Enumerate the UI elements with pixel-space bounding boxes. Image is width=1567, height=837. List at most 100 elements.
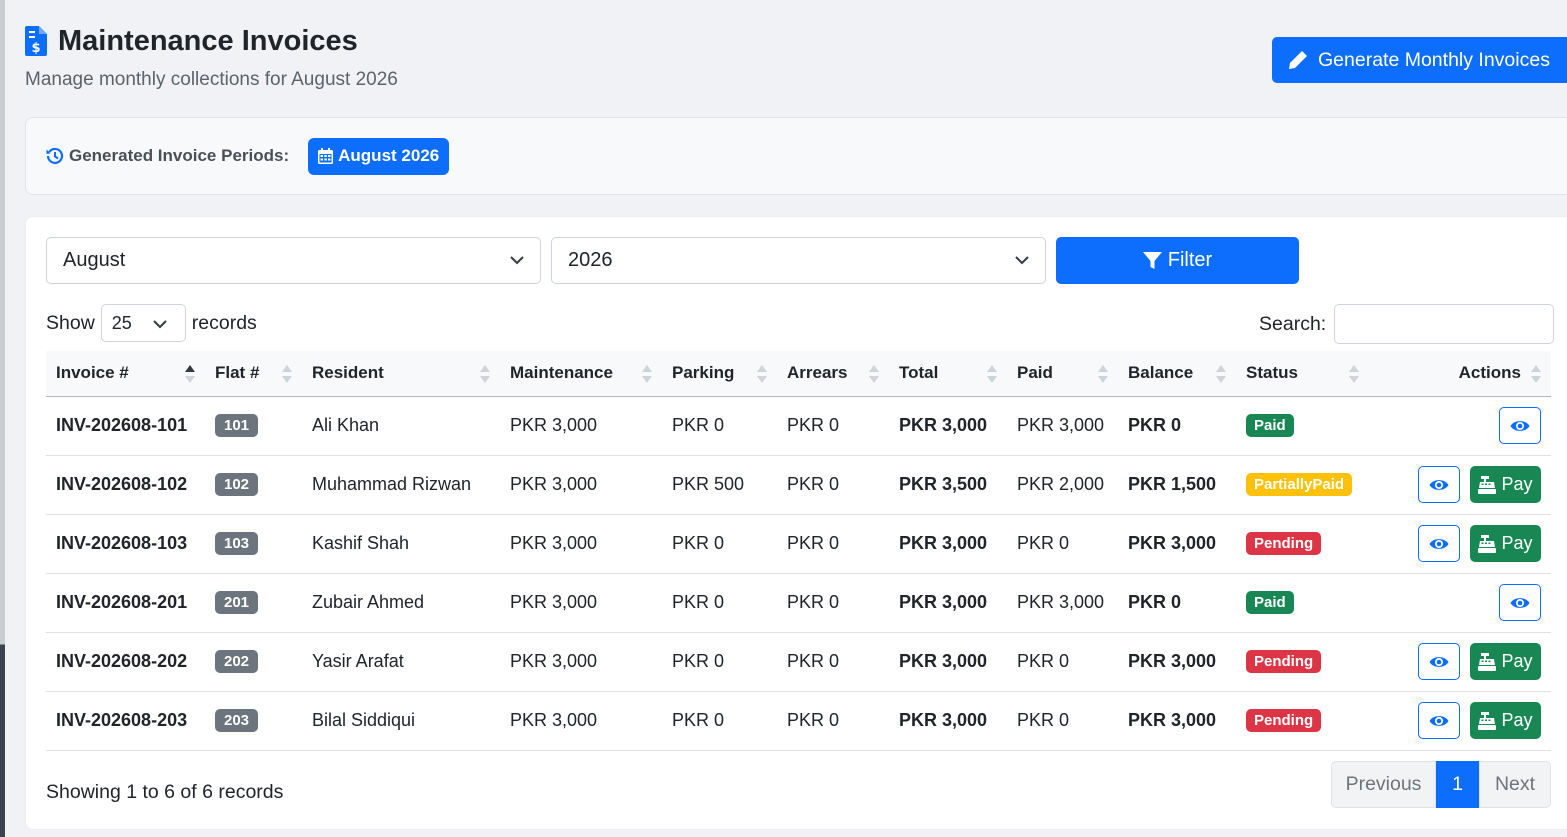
pagination: Previous 1 Next xyxy=(1331,761,1551,808)
cash-register-icon xyxy=(1478,652,1497,671)
previous-page-button[interactable]: Previous xyxy=(1331,761,1436,808)
period-badge-label: August 2026 xyxy=(338,146,440,165)
flat-badge: 202 xyxy=(215,650,259,673)
page-1-button[interactable]: 1 xyxy=(1436,761,1479,808)
period-badge-august-2026[interactable]: August 2026 xyxy=(308,137,450,175)
total-amount: PKR 3,500 xyxy=(889,455,1007,515)
resident-name: Kashif Shah xyxy=(302,514,500,574)
maintenance-amount: PKR 3,000 xyxy=(500,573,662,633)
column-header-actions[interactable]: Actions xyxy=(1369,351,1551,397)
next-page-button[interactable]: Next xyxy=(1479,761,1551,808)
view-invoice-button[interactable] xyxy=(1418,702,1460,739)
column-header-label: Maintenance xyxy=(510,363,613,383)
flat-badge: 203 xyxy=(215,709,259,732)
column-header-label: Balance xyxy=(1128,363,1194,383)
maintenance-amount: PKR 3,000 xyxy=(500,691,662,751)
flat-cell: 202 xyxy=(205,632,302,692)
eye-icon xyxy=(1429,538,1449,549)
sort-icon xyxy=(1216,365,1226,383)
status-badge: PartiallyPaid xyxy=(1246,473,1353,496)
pencil-icon xyxy=(1289,51,1307,69)
column-header-flat[interactable]: Flat # xyxy=(205,351,302,397)
status-badge: Paid xyxy=(1246,591,1294,614)
year-select[interactable]: 2026 xyxy=(551,237,1046,284)
view-invoice-button[interactable] xyxy=(1418,643,1460,680)
column-header-label: Parking xyxy=(672,363,735,383)
balance-amount: PKR 0 xyxy=(1118,573,1236,633)
total-amount: PKR 3,000 xyxy=(889,396,1007,456)
sort-icon xyxy=(282,365,292,383)
arrears-amount: PKR 0 xyxy=(777,691,889,751)
view-invoice-button[interactable] xyxy=(1418,466,1460,503)
page-title-row: $ Maintenance Invoices xyxy=(25,22,398,60)
invoice-number: INV-202608-203 xyxy=(46,691,205,751)
search-input[interactable] xyxy=(1334,304,1555,344)
invoice-number: INV-202608-103 xyxy=(46,514,205,574)
maintenance-amount: PKR 3,000 xyxy=(500,396,662,456)
paid-amount: PKR 0 xyxy=(1007,514,1118,574)
pay-button-label: Pay xyxy=(1501,651,1533,671)
eye-icon xyxy=(1429,656,1449,667)
history-icon xyxy=(46,147,64,165)
invoice-number: INV-202608-202 xyxy=(46,632,205,692)
column-header-arrears[interactable]: Arrears xyxy=(777,351,889,397)
table-row: INV-202608-103 103 Kashif Shah PKR 3,000 PKR… xyxy=(46,514,1551,574)
total-amount: PKR 3,000 xyxy=(889,573,1007,633)
column-header-total[interactable]: Total xyxy=(889,351,1007,397)
pay-invoice-button[interactable]: Pay xyxy=(1470,643,1541,680)
show-label: Show xyxy=(46,311,95,334)
table-body: INV-202608-101 101 Ali Khan PKR 3,000 PKR 0P… xyxy=(46,396,1551,751)
total-amount: PKR 3,000 xyxy=(889,632,1007,692)
sort-icon xyxy=(1531,365,1541,383)
pay-invoice-button[interactable]: Pay xyxy=(1470,466,1541,503)
window-edge xyxy=(0,0,5,837)
pay-invoice-button[interactable]: Pay xyxy=(1470,702,1541,739)
parking-amount: PKR 0 xyxy=(662,514,777,574)
table-row: INV-202608-201 201 Zubair Ahmed PKR 3,000 PK… xyxy=(46,573,1551,633)
chevron-down-icon xyxy=(1015,256,1029,265)
actions-cell: Pay xyxy=(1369,691,1551,751)
invoices-table: Invoice # Flat # Resident Maintenance Pa… xyxy=(46,351,1551,751)
month-select-value: August xyxy=(63,249,126,271)
cash-register-icon xyxy=(1478,534,1497,553)
column-header-parking[interactable]: Parking xyxy=(662,351,777,397)
table-header-row: Invoice # Flat # Resident Maintenance Pa… xyxy=(46,351,1551,397)
actions-cell: Pay xyxy=(1369,514,1551,574)
balance-amount: PKR 3,000 xyxy=(1118,632,1236,692)
column-header-invoice[interactable]: Invoice # xyxy=(46,351,205,397)
resident-name: Bilal Siddiqui xyxy=(302,691,500,751)
column-header-label: Flat # xyxy=(215,363,260,383)
page-length-select[interactable]: 25 xyxy=(100,304,186,342)
eye-icon xyxy=(1510,420,1530,431)
sort-icon xyxy=(869,365,879,383)
paid-amount: PKR 0 xyxy=(1007,632,1118,692)
calendar-icon xyxy=(318,148,334,164)
month-select[interactable]: August xyxy=(46,237,541,284)
page-length-control: Show 25 records xyxy=(46,304,257,342)
column-header-resident[interactable]: Resident xyxy=(302,351,500,397)
arrears-amount: PKR 0 xyxy=(777,455,889,515)
sort-icon xyxy=(480,365,490,383)
column-header-maintenance[interactable]: Maintenance xyxy=(500,351,662,397)
view-invoice-button[interactable] xyxy=(1499,584,1541,621)
column-header-status[interactable]: Status xyxy=(1236,351,1369,397)
parking-amount: PKR 500 xyxy=(662,455,777,515)
generated-periods-card: Generated Invoice Periods: August 2026 xyxy=(25,117,1567,195)
arrears-amount: PKR 0 xyxy=(777,396,889,456)
view-invoice-button[interactable] xyxy=(1499,407,1541,444)
flat-cell: 201 xyxy=(205,573,302,633)
flat-cell: 101 xyxy=(205,396,302,456)
filter-button[interactable]: Filter xyxy=(1056,237,1299,284)
pay-invoice-button[interactable]: Pay xyxy=(1470,525,1541,562)
view-invoice-button[interactable] xyxy=(1418,525,1460,562)
table-row: INV-202608-202 202 Yasir Arafat PKR 3,000 PK… xyxy=(46,632,1551,692)
column-header-balance[interactable]: Balance xyxy=(1118,351,1236,397)
status-cell: Pending xyxy=(1236,514,1369,574)
generate-monthly-invoices-button[interactable]: Generate Monthly Invoices xyxy=(1272,37,1567,83)
flat-cell: 203 xyxy=(205,691,302,751)
column-header-paid[interactable]: Paid xyxy=(1007,351,1118,397)
sort-icon xyxy=(757,365,767,383)
arrears-amount: PKR 0 xyxy=(777,514,889,574)
column-header-label: Resident xyxy=(312,363,384,383)
balance-amount: PKR 1,500 xyxy=(1118,455,1236,515)
